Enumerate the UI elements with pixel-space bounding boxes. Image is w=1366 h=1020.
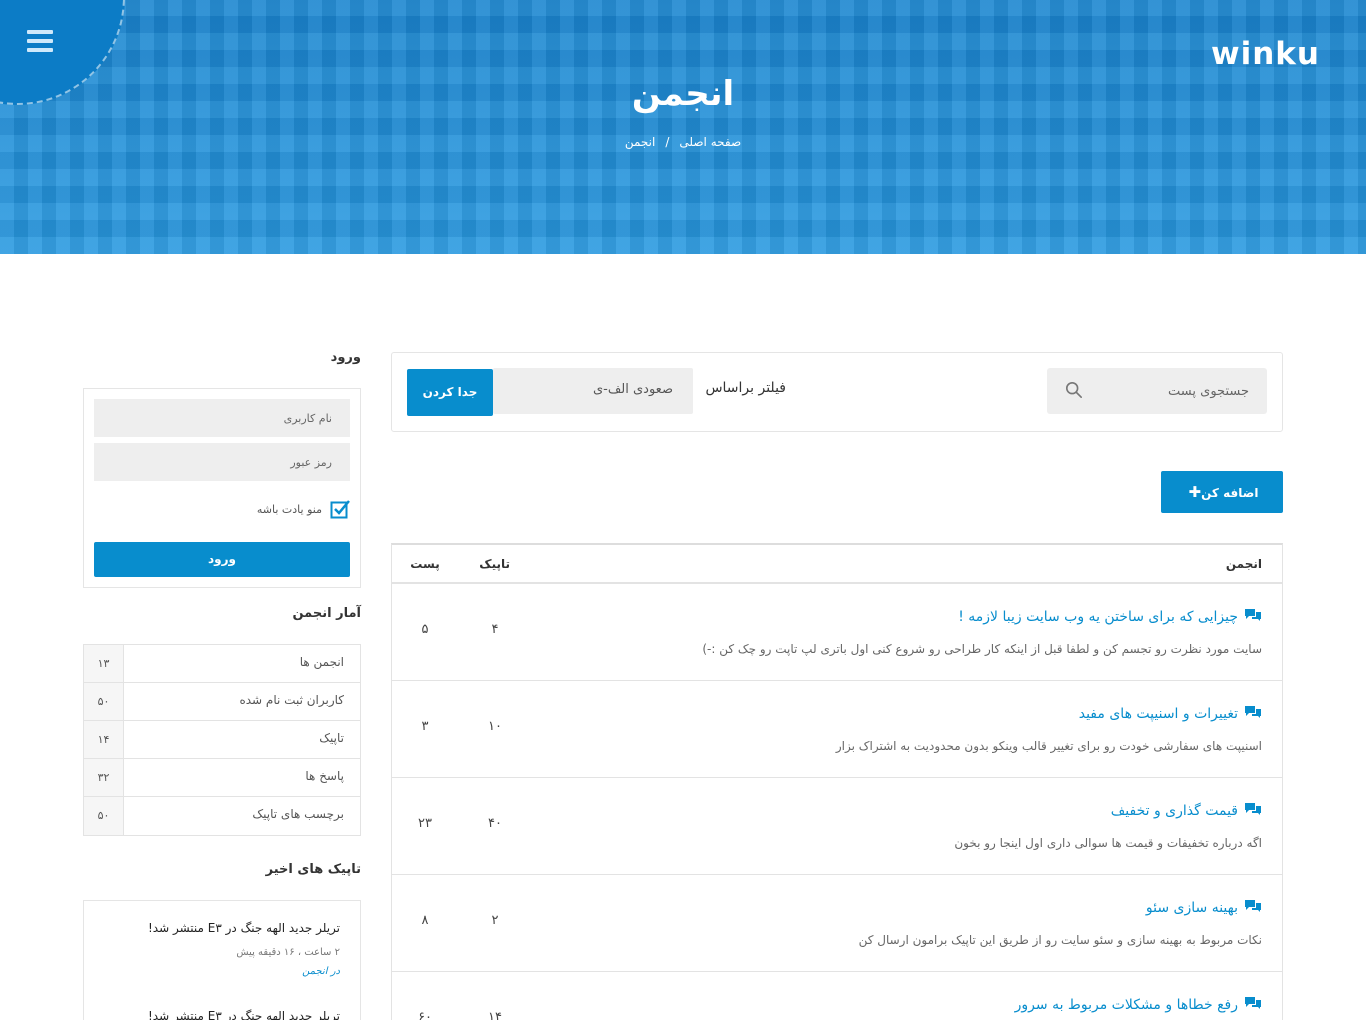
table-row: قیمت گذاری و تخفیف اگه درباره تخفیفات و …	[392, 778, 1282, 875]
recent-topic-title[interactable]: تریلر جدید الهه جنگ در E۳ منتشر شد!	[148, 1009, 340, 1020]
forum-title-link[interactable]: چیزایی که برای ساختن یه وب سایت زیبا لاز…	[958, 608, 1262, 625]
username-field[interactable]	[94, 399, 350, 437]
table-row: چیزایی که برای ساختن یه وب سایت زیبا لاز…	[392, 584, 1282, 681]
stat-row: برچسب های تاپیک ۵۰	[84, 797, 360, 835]
forum-description: سایت مورد نظرت رو تجسم کن و لطفا قبل از …	[702, 642, 1262, 656]
recent-topic-category[interactable]: در انجمن	[148, 966, 340, 977]
stat-row: کاربران ثبت نام شده ۵۰	[84, 683, 360, 721]
topic-count: ۴۰	[488, 816, 502, 831]
breadcrumb-home-link[interactable]: صفحه اصلی	[679, 135, 741, 149]
stat-label: برچسب های تاپیک	[252, 807, 344, 821]
page-title: انجمن	[631, 74, 735, 114]
stat-value: ۵۰	[84, 797, 124, 835]
recent-topics-list: تریلر جدید الهه جنگ در E۳ منتشر شد! ۲ سا…	[83, 900, 361, 1020]
login-form: منو یادت باشه ورود	[83, 388, 361, 588]
add-topic-button[interactable]: اضافه کن✚	[1161, 471, 1283, 513]
comments-icon	[1245, 900, 1261, 912]
forum-title-link[interactable]: رفع خطاها و مشکلات مربوط به سرور	[1015, 996, 1262, 1013]
forum-title-link[interactable]: قیمت گذاری و تخفیف	[1111, 802, 1262, 819]
forum-description: اسنیپت های سفارشی خودت رو برای تغییر قال…	[835, 739, 1262, 753]
filter-label: فیلتر براساس	[705, 380, 786, 396]
forum-title-text: رفع خطاها و مشکلات مربوط به سرور	[1014, 997, 1238, 1013]
stat-value: ۵۰	[84, 683, 124, 720]
winku-logo[interactable]: winku	[1211, 36, 1320, 72]
recent-topic-time: ۲ ساعت ، ۱۶ دقیقه پیش	[236, 947, 340, 958]
plus-icon: ✚	[1188, 483, 1202, 501]
forum-description: نکات مربوط به بهینه سازی و سئو سایت رو ا…	[858, 933, 1262, 947]
forum-description: اگه درباره تخفیفات و قیمت ها سوالی داری …	[954, 836, 1262, 850]
stat-row: انجمن ها ۱۳	[84, 645, 360, 683]
header-forum: انجمن	[1225, 557, 1262, 571]
topic-count: ۱۰	[488, 719, 502, 734]
post-count: ۲۳	[418, 816, 432, 831]
sort-select[interactable]: صعودی الف-ی	[493, 368, 693, 414]
stats-heading: آمار انجمن	[292, 606, 361, 621]
breadcrumb-current: انجمن	[624, 135, 656, 149]
breadcrumb-separator: /	[665, 135, 670, 149]
post-count: ۳	[421, 719, 429, 734]
header-topic: تاپیک	[479, 557, 510, 571]
password-field[interactable]	[94, 443, 350, 481]
search-box	[1047, 368, 1267, 414]
table-row: تغییرات و اسنیپت های مفید اسنیپت های سفا…	[392, 681, 1282, 778]
header-post: پست	[410, 557, 440, 571]
comments-icon	[1245, 803, 1261, 815]
stat-row: تاپیک ۱۴	[84, 721, 360, 759]
table-row: بهینه سازی سئو نکات مربوط به بهینه سازی …	[392, 875, 1282, 972]
login-button[interactable]: ورود	[94, 542, 350, 577]
forum-stats-table: انجمن ها ۱۳ کاربران ثبت نام شده ۵۰ تاپیک…	[83, 644, 361, 836]
forum-title-text: بهینه سازی سئو	[1145, 900, 1238, 916]
comments-icon	[1245, 706, 1261, 718]
stat-value: ۳۲	[84, 759, 124, 796]
comments-icon	[1245, 609, 1261, 621]
stat-label: تاپیک	[319, 731, 344, 745]
separate-button[interactable]: جدا کردن	[407, 369, 493, 416]
forum-main: فیلتر براساس صعودی الف-ی جدا کردن اضافه …	[391, 352, 1283, 1020]
filter-bar: فیلتر براساس صعودی الف-ی جدا کردن	[391, 352, 1283, 432]
comments-icon	[1245, 997, 1261, 1009]
forum-title-text: قیمت گذاری و تخفیف	[1110, 803, 1238, 819]
forum-table-header: انجمن تاپیک پست	[392, 545, 1282, 584]
post-count: ۶۰	[418, 1010, 432, 1020]
forum-title-text: چیزایی که برای ساختن یه وب سایت زیبا لاز…	[958, 609, 1238, 625]
recent-topic-title[interactable]: تریلر جدید الهه جنگ در E۳ منتشر شد!	[148, 921, 340, 935]
forum-title-link[interactable]: بهینه سازی سئو	[1146, 899, 1262, 916]
forum-table: انجمن تاپیک پست چیزایی که برای ساختن یه …	[391, 543, 1283, 1020]
topic-count: ۲	[491, 913, 499, 928]
topic-count: ۴	[491, 622, 499, 637]
recent-topic-item: تریلر جدید الهه جنگ در E۳ منتشر شد! ۲ سا…	[148, 921, 340, 977]
post-count: ۸	[421, 913, 429, 928]
recent-topic-item: تریلر جدید الهه جنگ در E۳ منتشر شد!	[148, 1009, 340, 1020]
hamburger-icon[interactable]	[27, 30, 53, 52]
table-row: رفع خطاها و مشکلات مربوط به سرور ۱۴ ۶۰	[392, 972, 1282, 1020]
sidebar: ورود منو یادت باشه ورود آمار انجمن انجمن…	[83, 350, 361, 1020]
remember-me-checkbox[interactable]: منو یادت باشه	[257, 499, 350, 519]
breadcrumb: صفحه اصلی / انجمن	[0, 135, 1366, 149]
stat-value: ۱۴	[84, 721, 124, 758]
recent-topics-heading: تاپیک های اخیر	[265, 862, 361, 877]
topic-count: ۱۴	[488, 1010, 502, 1020]
stat-value: ۱۳	[84, 645, 124, 682]
forum-title-link[interactable]: تغییرات و اسنیپت های مفید	[1079, 705, 1262, 722]
checkbox-checked-icon	[330, 500, 350, 519]
stat-label: کاربران ثبت نام شده	[239, 693, 344, 707]
stat-label: پاسخ ها	[305, 769, 344, 783]
remember-me-label: منو یادت باشه	[256, 503, 322, 516]
stat-row: پاسخ ها ۳۲	[84, 759, 360, 797]
add-button-label: اضافه کن	[1201, 486, 1259, 500]
search-icon[interactable]	[1065, 381, 1083, 399]
stat-label: انجمن ها	[299, 655, 344, 669]
login-heading: ورود	[330, 350, 361, 365]
post-count: ۵	[421, 622, 429, 637]
forum-title-text: تغییرات و اسنیپت های مفید	[1078, 706, 1238, 722]
header-banner: winku انجمن صفحه اصلی / انجمن	[0, 0, 1366, 254]
